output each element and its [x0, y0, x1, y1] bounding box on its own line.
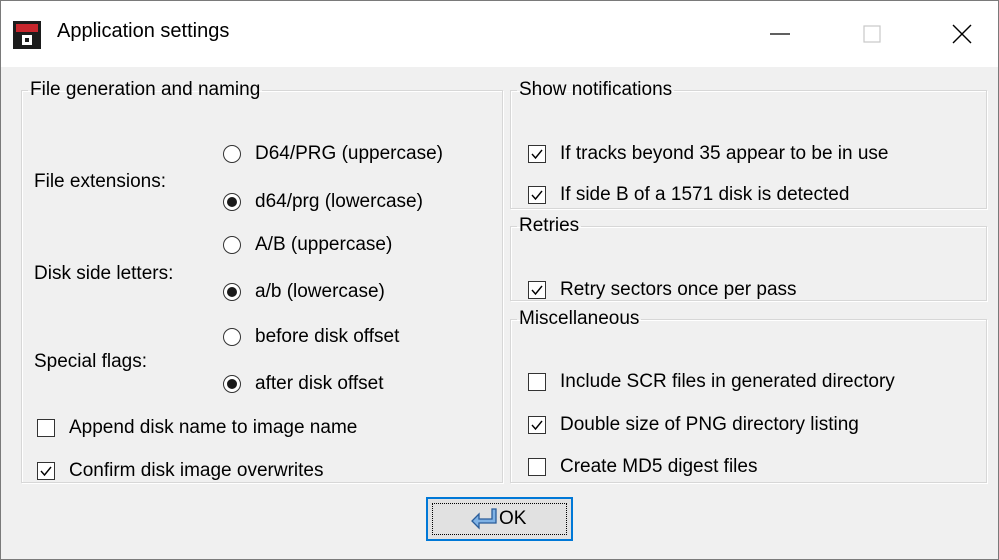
- radio-label: D64/PRG (uppercase): [255, 143, 443, 164]
- checkmark-icon: [531, 190, 543, 201]
- checkbox-box[interactable]: [528, 416, 546, 434]
- checkbox-box[interactable]: [528, 373, 546, 391]
- minimize-button[interactable]: [749, 1, 811, 67]
- retries-group: Retries Retry sectors once per pass: [510, 215, 987, 301]
- checkbox-label: If side B of a 1571 disk is detected: [560, 184, 850, 205]
- checkbox-label: Double size of PNG directory listing: [560, 414, 859, 435]
- checkbox-label: Append disk name to image name: [69, 417, 358, 438]
- close-button[interactable]: [931, 1, 993, 67]
- file-generation-legend: File generation and naming: [30, 79, 261, 100]
- checkbox-box[interactable]: [528, 458, 546, 476]
- checkmark-icon: [531, 420, 543, 431]
- file-extensions-label: File extensions:: [34, 171, 167, 192]
- radio-button[interactable]: [223, 283, 241, 301]
- show-notifications-legend: Show notifications: [519, 79, 673, 100]
- checkbox-box[interactable]: [528, 186, 546, 204]
- radio-label: a/b (lowercase): [255, 281, 385, 302]
- radio-button[interactable]: [223, 145, 241, 163]
- app-icon: [13, 21, 41, 49]
- return-arrow-icon: [471, 508, 497, 530]
- checkbox-label: Create MD5 digest files: [560, 456, 758, 477]
- ok-label: OK: [499, 508, 527, 529]
- window-title: Application settings: [57, 20, 230, 42]
- special-flags-label: Special flags:: [34, 351, 148, 372]
- radio-label: A/B (uppercase): [255, 234, 393, 255]
- checkmark-icon: [531, 285, 543, 296]
- maximize-icon: [863, 25, 881, 43]
- radio-selected-dot: [227, 197, 237, 207]
- radio-label: d64/prg (lowercase): [255, 191, 423, 212]
- ok-button[interactable]: OK: [426, 497, 573, 541]
- minimize-icon: [770, 33, 790, 35]
- radio-label: after disk offset: [255, 373, 384, 394]
- radio-selected-dot: [227, 287, 237, 297]
- radio-label: before disk offset: [255, 326, 400, 347]
- radio-button[interactable]: [223, 193, 241, 211]
- checkbox-label: Confirm disk image overwrites: [69, 460, 324, 481]
- checkbox-box[interactable]: [528, 145, 546, 163]
- show-notifications-group: Show notifications If tracks beyond 35 a…: [510, 79, 987, 209]
- settings-window: Application settings File generation and…: [0, 0, 999, 560]
- file-generation-group: File generation and naming File extensio…: [21, 79, 503, 483]
- title-bar[interactable]: Application settings: [1, 1, 998, 67]
- miscellaneous-group: Miscellaneous Include SCR files in gener…: [510, 308, 987, 483]
- maximize-button[interactable]: [841, 1, 903, 67]
- miscellaneous-legend: Miscellaneous: [519, 308, 640, 329]
- close-icon: [952, 24, 972, 44]
- radio-button[interactable]: [223, 236, 241, 254]
- disk-side-letters-label: Disk side letters:: [34, 263, 174, 284]
- checkbox-box[interactable]: [528, 281, 546, 299]
- checkbox-label: Retry sectors once per pass: [560, 279, 797, 300]
- checkmark-icon: [531, 149, 543, 160]
- radio-selected-dot: [227, 379, 237, 389]
- checkbox-label: If tracks beyond 35 appear to be in use: [560, 143, 889, 164]
- radio-button[interactable]: [223, 328, 241, 346]
- checkbox-box[interactable]: [37, 462, 55, 480]
- checkbox-label: Include SCR files in generated directory: [560, 371, 895, 392]
- retries-legend: Retries: [519, 215, 580, 236]
- radio-button[interactable]: [223, 375, 241, 393]
- checkmark-icon: [40, 466, 52, 477]
- checkbox-box[interactable]: [37, 419, 55, 437]
